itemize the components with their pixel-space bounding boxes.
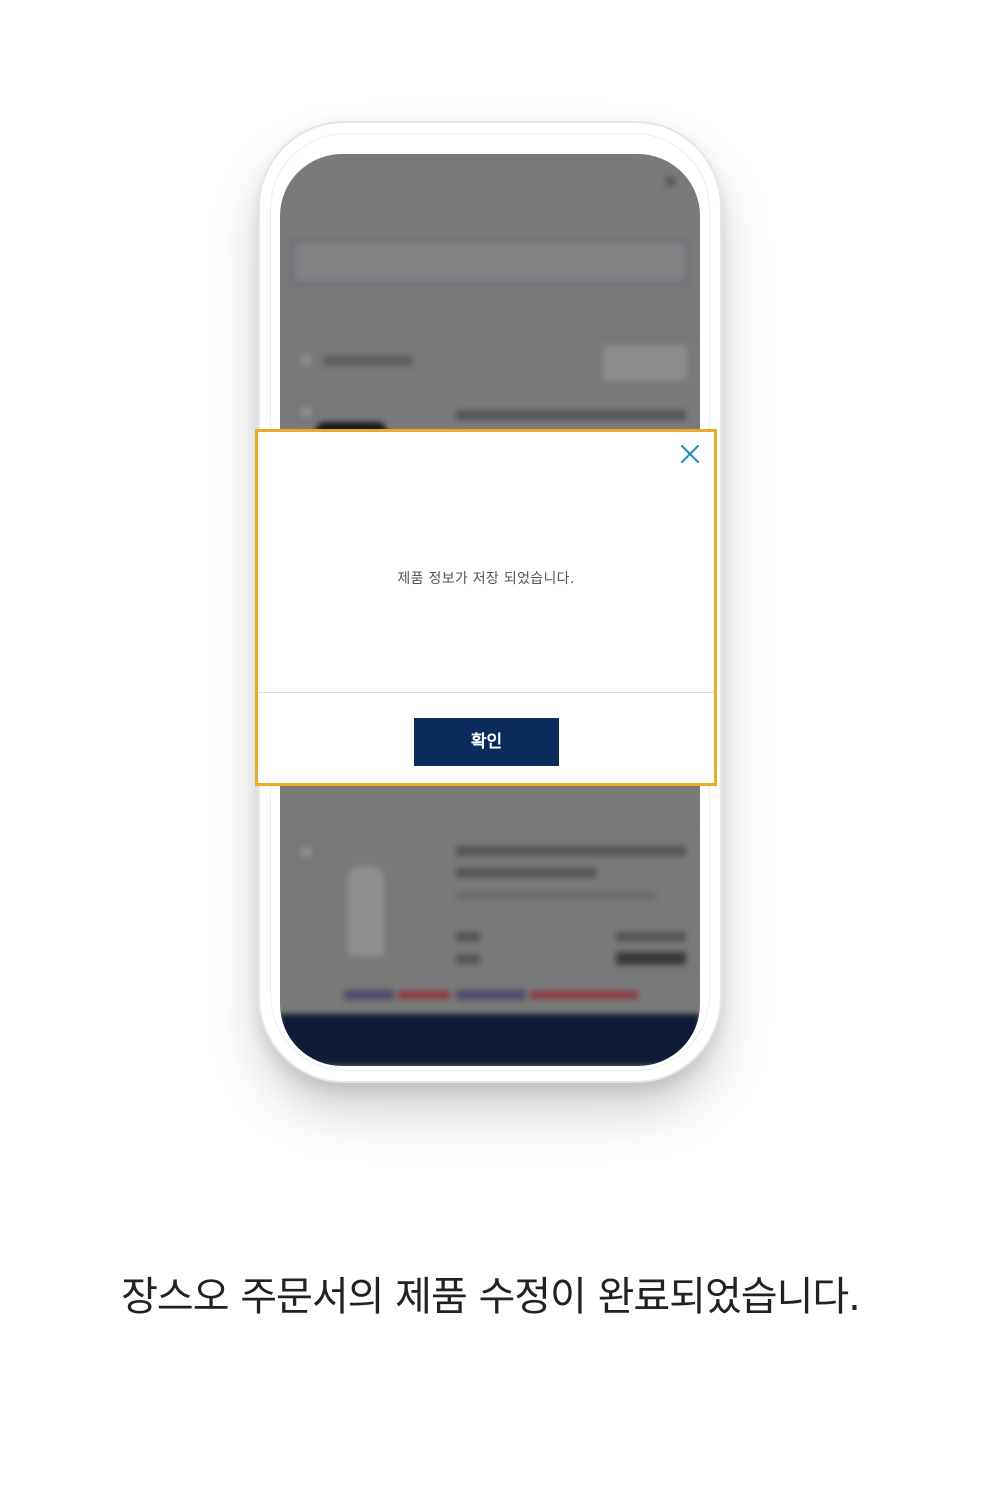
close-icon-svg (680, 444, 700, 464)
bg-product-name (456, 410, 686, 420)
dialog-divider (258, 692, 714, 693)
bg-add-product-button (292, 240, 688, 284)
bg-total-amount (398, 991, 450, 999)
bg-divider (280, 972, 700, 973)
bg-item-checkbox (298, 844, 314, 860)
dialog-message: 제품 정보가 저장 되었습니다. (397, 571, 575, 587)
close-icon[interactable] (678, 442, 702, 466)
bg-select-all-checkbox (298, 352, 314, 368)
bg-divider (280, 390, 700, 391)
bg-total-label (344, 990, 394, 1000)
bg-total-amount-2 (530, 991, 638, 999)
bg-price-label (456, 954, 480, 964)
bg-select-all-label (324, 356, 412, 366)
bg-price-value (616, 952, 686, 965)
bg-qty-value (616, 932, 686, 942)
bg-total-label-2 (456, 990, 526, 1000)
bg-divider (280, 338, 700, 339)
bg-product-name (456, 846, 686, 856)
caption-text: 장스오 주문서의 제품 수정이 완료되었습니다. (121, 1274, 861, 1320)
bg-product-image (348, 866, 384, 956)
bg-save-bar (280, 1014, 700, 1066)
bg-divider (280, 826, 700, 827)
bg-item-checkbox (298, 404, 314, 420)
bg-product-name-2 (456, 868, 596, 878)
bg-product-option (456, 892, 656, 899)
bg-qty-label (456, 932, 480, 942)
save-complete-dialog: 제품 정보가 저장 되었습니다. 확인 (255, 429, 717, 786)
confirm-button[interactable]: 확인 (414, 718, 559, 766)
bg-close-icon: ✕ (662, 172, 678, 193)
bg-delete-button (602, 344, 688, 382)
